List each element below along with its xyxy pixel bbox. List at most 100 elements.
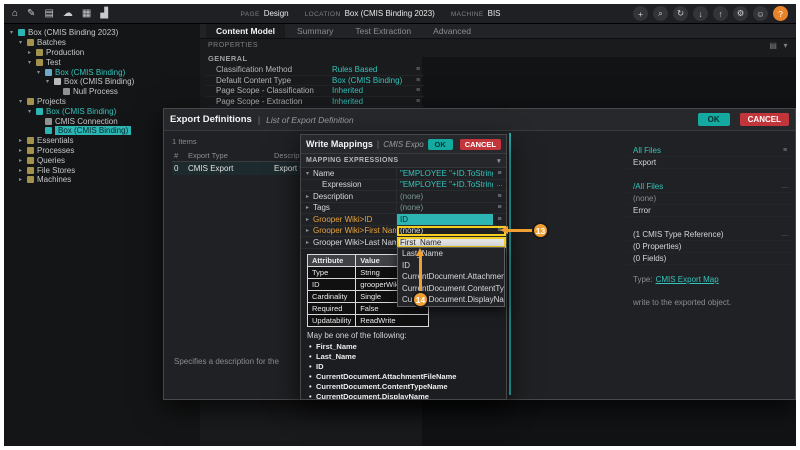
help-icon[interactable]: ?	[773, 6, 788, 21]
row-menu-icon[interactable]: ≡	[412, 66, 424, 73]
export-property-row[interactable]: Error	[627, 205, 792, 217]
tab-advanced[interactable]: Advanced	[423, 24, 481, 38]
expander-icon[interactable]: ▾	[26, 108, 33, 115]
export-property-row[interactable]: Export	[627, 157, 792, 169]
mapping-value-cell[interactable]: "EMPLOYEE "+ID.ToString …	[397, 180, 506, 191]
user-icon[interactable]: ☺	[753, 6, 768, 21]
export-property-row[interactable]: (none)	[627, 193, 792, 205]
row-menu-icon[interactable]	[493, 237, 506, 248]
row-menu-icon[interactable]: ≡	[493, 191, 506, 202]
stats-icon[interactable]: ▟	[100, 9, 108, 19]
export-property-row[interactable]	[627, 217, 792, 229]
tree-item-box-cmis-binding[interactable]: ▾ Box (CMIS Binding)	[4, 77, 200, 87]
mapping-value-cell[interactable]: "EMPLOYEE "+ID.ToString ≡	[397, 168, 506, 179]
section-header-general[interactable]: GENERAL	[206, 52, 424, 65]
expander-icon[interactable]: ▾	[26, 59, 33, 66]
expander-icon[interactable]: ▸	[26, 49, 33, 56]
tab-summary[interactable]: Summary	[287, 24, 343, 38]
row-menu-icon[interactable]: …	[778, 183, 792, 190]
export-property-row[interactable]: /All Files …	[627, 181, 792, 193]
refresh-icon[interactable]: ↻	[673, 6, 688, 21]
column-header[interactable]: #	[172, 151, 188, 160]
breadcrumb-item[interactable]: MACHINE BIS	[451, 9, 501, 18]
expander-icon[interactable]	[35, 118, 42, 124]
design-icon[interactable]: ✎	[27, 9, 35, 19]
expander-icon[interactable]: ▾	[304, 170, 311, 177]
chevron-down-icon[interactable]: ▾	[783, 41, 788, 50]
export-property-row[interactable]	[627, 169, 792, 181]
mapping-row-description[interactable]: ▸ Description (none) ≡	[301, 191, 506, 203]
tab-content-model[interactable]: Content Model	[206, 24, 285, 38]
add-icon[interactable]: +	[633, 6, 648, 21]
property-row[interactable]: Default Content Type Box (CMIS Binding) …	[206, 76, 424, 87]
grid-icon[interactable]: ▤	[769, 41, 777, 50]
tree-item-projects[interactable]: ▾ Projects	[4, 97, 200, 107]
row-menu-icon[interactable]: ≡	[412, 77, 424, 84]
cancel-button[interactable]: CANCEL	[740, 113, 789, 126]
cancel-button[interactable]: CANCEL	[460, 139, 501, 150]
column-header[interactable]: Export Type	[188, 151, 274, 160]
settings-icon[interactable]: ⚙	[733, 6, 748, 21]
expander-icon[interactable]: ▸	[17, 176, 24, 183]
mapping-value-cell[interactable]: First_Name	[397, 237, 506, 248]
expander-icon[interactable]: ▸	[304, 239, 311, 246]
row-menu-icon[interactable]: …	[493, 180, 506, 191]
ok-button[interactable]: OK	[698, 113, 730, 126]
tab-test-extraction[interactable]: Test Extraction	[345, 24, 421, 38]
expander-icon[interactable]: ▸	[304, 216, 311, 223]
expander-icon[interactable]: ▸	[17, 157, 24, 164]
mapping-row-grooper-wiki-id[interactable]: ▸ Grooper Wiki>ID ID ≡	[301, 214, 506, 226]
expander-icon[interactable]: ▾	[44, 78, 51, 85]
expander-icon[interactable]: ▸	[17, 137, 24, 144]
property-row[interactable]: Classification Method Rules Based ≡	[206, 65, 424, 76]
mapping-row-tags[interactable]: ▸ Tags (none) ≡	[301, 203, 506, 215]
export-property-row[interactable]: (0 Fields)	[627, 253, 792, 265]
mapping-expressions-section[interactable]: MAPPING EXPRESSIONS ▾	[301, 154, 506, 168]
home-icon[interactable]: ⌂	[12, 9, 18, 19]
dropdown-item[interactable]: Last_Name	[398, 248, 504, 260]
mapping-row-grooper-wiki-first-name[interactable]: ▸ Grooper Wiki>First Name (none) ≡	[301, 226, 506, 238]
search-icon[interactable]: ⌕	[653, 6, 668, 21]
type-link[interactable]: CMIS Export Map	[656, 275, 719, 284]
tree-item-batches[interactable]: ▾ Batches	[4, 38, 200, 48]
export-property-row[interactable]: (1 CMIS Type Reference) …	[627, 229, 792, 241]
row-menu-icon[interactable]: …	[778, 231, 792, 238]
expander-icon[interactable]: ▸	[304, 227, 311, 234]
mapping-row-expression[interactable]: Expression "EMPLOYEE "+ID.ToString …	[301, 180, 506, 192]
breadcrumb-item[interactable]: LOCATION Box (CMIS Binding 2023)	[305, 9, 435, 18]
mapping-value-cell[interactable]: (none) ≡	[397, 203, 506, 214]
breadcrumb-item[interactable]: PAGE Design	[241, 9, 289, 18]
property-row[interactable]: Page Scope - Classification Inherited ≡	[206, 86, 424, 97]
row-menu-icon[interactable]: ≡	[412, 87, 424, 94]
row-menu-icon[interactable]: ≡	[412, 98, 424, 105]
panel-splitter[interactable]	[509, 133, 511, 395]
mapping-value-cell[interactable]: ID ≡	[397, 214, 506, 225]
expander-icon[interactable]	[53, 89, 60, 95]
mapping-value-cell[interactable]: (none) ≡	[397, 226, 506, 237]
expander-icon[interactable]: ▾	[8, 29, 15, 36]
tree-item-test[interactable]: ▾ Test	[4, 57, 200, 67]
row-menu-icon[interactable]: ≡	[493, 168, 506, 179]
expander-icon[interactable]: ▾	[35, 69, 42, 76]
tree-item-batch-box-cmis-binding[interactable]: ▾ Box (CMIS Binding)	[4, 67, 200, 77]
expander-icon[interactable]: ▸	[17, 167, 24, 174]
save-icon[interactable]: ▤	[44, 9, 53, 19]
row-menu-icon[interactable]: ≡	[493, 203, 506, 214]
mapping-row-name[interactable]: ▾ Name "EMPLOYEE "+ID.ToString ≡	[301, 168, 506, 180]
upload-icon[interactable]: ↑	[713, 6, 728, 21]
download-icon[interactable]: ↓	[693, 6, 708, 21]
export-property-row[interactable]: All Files ≡	[627, 145, 792, 157]
expander-icon[interactable]: ▸	[304, 193, 311, 200]
expander-icon[interactable]: ▾	[17, 98, 24, 105]
tree-item-root[interactable]: ▾ Box (CMIS Binding 2023)	[4, 28, 200, 38]
storage-icon[interactable]: ▦	[82, 9, 91, 19]
expander-icon[interactable]	[35, 128, 42, 134]
expander-icon[interactable]: ▸	[304, 204, 311, 211]
chevron-down-icon[interactable]: ▾	[497, 157, 501, 165]
export-property-row[interactable]: (0 Properties)	[627, 241, 792, 253]
ok-button[interactable]: OK	[428, 139, 453, 150]
dropdown-item[interactable]: CurrentDocument.AttachmentFileName	[398, 271, 504, 283]
property-row[interactable]: Page Scope - Extraction Inherited ≡	[206, 97, 424, 108]
row-menu-icon[interactable]: ≡	[778, 147, 792, 154]
mapping-value-cell[interactable]: (none) ≡	[397, 191, 506, 202]
